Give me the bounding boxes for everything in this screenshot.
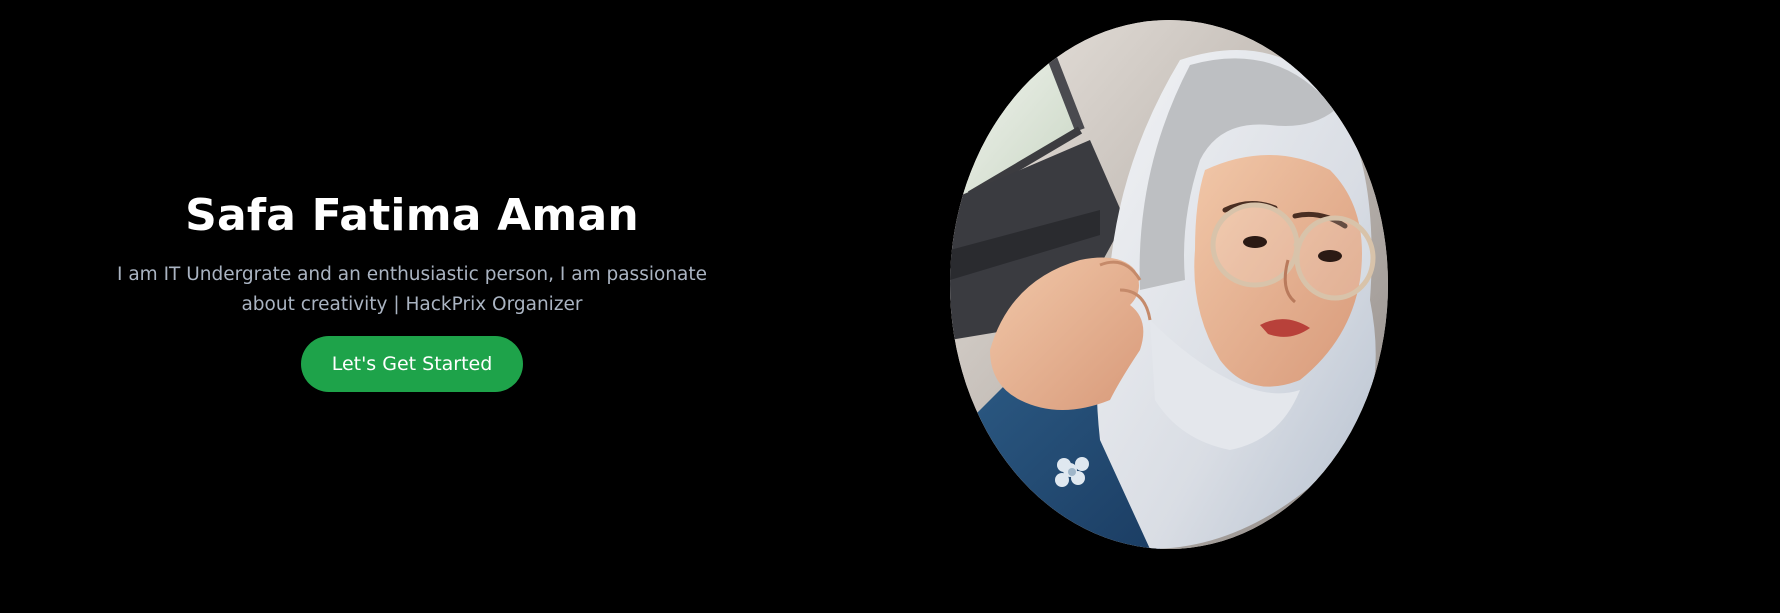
hero-tagline: I am IT Undergrate and an enthusiastic p… [117,264,707,315]
profile-photo [950,20,1388,549]
hero-section: Safa Fatima Aman I am IT Undergrate and … [0,0,1780,613]
profile-photo-illustration [950,20,1388,549]
hero-intro: Safa Fatima Aman I am IT Undergrate and … [102,186,722,392]
hero-name: Safa Fatima Aman [185,190,639,241]
get-started-button[interactable]: Let's Get Started [300,336,524,392]
